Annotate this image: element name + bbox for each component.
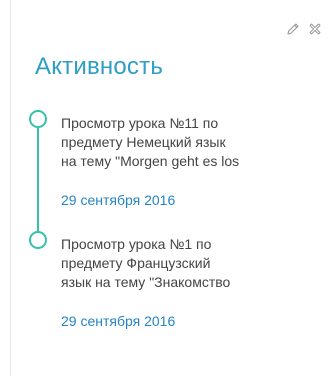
activity-text-line: предмету Немецкий язык: [61, 134, 226, 150]
pencil-icon[interactable]: [286, 22, 300, 36]
widget-tools: [286, 22, 322, 36]
timeline-dot-icon: [29, 231, 47, 249]
activity-description: Просмотр урока №1 по предмету Французски…: [61, 235, 311, 292]
timeline-dot-icon: [29, 110, 47, 128]
activity-date-link[interactable]: 29 сентября 2016: [61, 191, 175, 210]
widget-title: Активность: [35, 53, 164, 80]
activity-description: Просмотр урока №11 по предмету Немецкий …: [61, 114, 311, 171]
activity-text-line: язык на тему "Знакомство: [61, 274, 231, 290]
close-x-icon[interactable]: [308, 22, 322, 36]
activity-item: Просмотр урока №1 по предмету Французски…: [27, 231, 317, 352]
activity-widget: Активность Просмотр урока №11 по предмет…: [11, 0, 332, 376]
activity-timeline: Просмотр урока №11 по предмету Немецкий …: [27, 110, 317, 352]
activity-text-line: Просмотр урока №11 по: [61, 115, 219, 131]
activity-date-link[interactable]: 29 сентября 2016: [61, 312, 175, 331]
activity-text-line: предмету Французский: [61, 255, 211, 271]
activity-text-line: Просмотр урока №1 по: [61, 236, 212, 252]
activity-text-line: на тему "Morgen geht es los: [61, 153, 240, 169]
activity-item: Просмотр урока №11 по предмету Немецкий …: [27, 110, 317, 231]
